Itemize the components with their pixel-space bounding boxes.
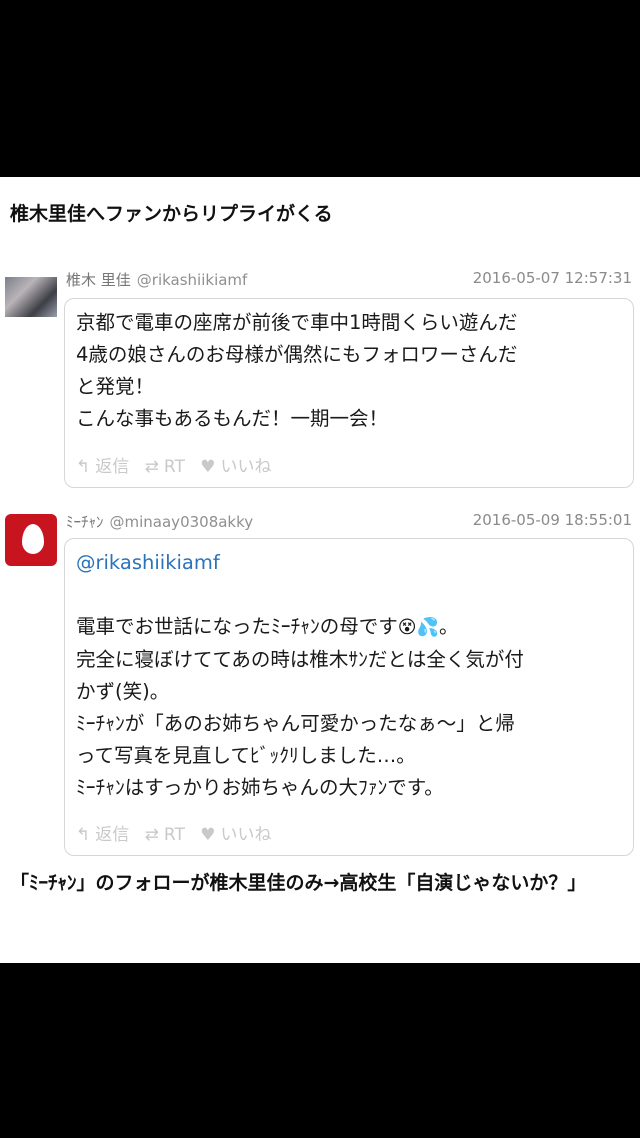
retweet-icon: ⇄ [144, 825, 159, 845]
tweet2-timestamp: 2016-05-09 18:55:01 [472, 511, 632, 529]
reply-button[interactable]: ↰ 返信 [76, 457, 134, 477]
heart-icon: ♥ [200, 825, 216, 845]
dizzy-face-emoji: 😵 [397, 617, 417, 638]
egg-icon [22, 524, 44, 554]
reply-icon: ↰ [76, 825, 91, 845]
tweet2-author-name[interactable]: ﾐｰﾁｬﾝ [66, 513, 104, 531]
content-panel: 椎木里佳へファンからリプライがくる 椎木 里佳 @rikashiikiamf 20… [0, 177, 640, 963]
tweet1-actions: ↰ 返信 ⇄ RT ♥ いいね [76, 452, 282, 477]
tweet2-bubble: @rikashiikiamf 電車でお世話になったﾐｰﾁｬﾝの母です😵💦。 完全… [64, 538, 634, 856]
tweet2-actions: ↰ 返信 ⇄ RT ♥ いいね [76, 820, 282, 845]
tweet1-author-name[interactable]: 椎木 里佳 [66, 271, 131, 289]
reply-button[interactable]: ↰ 返信 [76, 825, 134, 845]
like-button[interactable]: ♥ いいね [200, 825, 276, 845]
mention-link[interactable]: @rikashiikiamf [76, 551, 220, 574]
footer-caption: 「ﾐｰﾁｬﾝ」のフォローが椎木里佳のみ→高校生「自演じゃないか？」 [10, 872, 587, 894]
retweet-icon: ⇄ [144, 457, 159, 477]
avatar-rika[interactable] [5, 277, 57, 317]
tweet2-body-rest: 完全に寝ぼけててあの時は椎木ｻﾝだとは全く気が付 かず(笑)。 ﾐｰﾁｬﾝが「あ… [76, 648, 524, 799]
tweet2-body: @rikashiikiamf 電車でお世話になったﾐｰﾁｬﾝの母です😵💦。 完全… [76, 551, 524, 799]
reply-icon: ↰ [76, 457, 91, 477]
tweet1-body: 京都で電車の座席が前後で車中1時間くらい遊んだ 4歳の娘さんのお母様が偶然にもフ… [76, 311, 518, 430]
tweet1-timestamp: 2016-05-07 12:57:31 [472, 269, 632, 287]
heart-icon: ♥ [200, 457, 216, 477]
retweet-button[interactable]: ⇄ RT [145, 457, 190, 477]
tweet1-meta: 椎木 里佳 @rikashiikiamf 2016-05-07 12:57:31 [66, 269, 632, 291]
sweat-drops-emoji: 💦 [416, 617, 439, 638]
headline: 椎木里佳へファンからリプライがくる [10, 203, 333, 225]
tweet2-handle[interactable]: @minaay0308akky [110, 513, 254, 531]
avatar-miichan[interactable] [5, 514, 57, 566]
tweet2-line1: 電車でお世話になったﾐｰﾁｬﾝの母です [76, 615, 398, 638]
tweet2-meta: ﾐｰﾁｬﾝ @minaay0308akky 2016-05-09 18:55:01 [66, 511, 632, 533]
retweet-button[interactable]: ⇄ RT [145, 825, 190, 845]
tweet1-handle[interactable]: @rikashiikiamf [137, 271, 248, 289]
like-button[interactable]: ♥ いいね [200, 457, 276, 477]
tweet1-bubble: 京都で電車の座席が前後で車中1時間くらい遊んだ 4歳の娘さんのお母様が偶然にもフ… [64, 298, 634, 488]
